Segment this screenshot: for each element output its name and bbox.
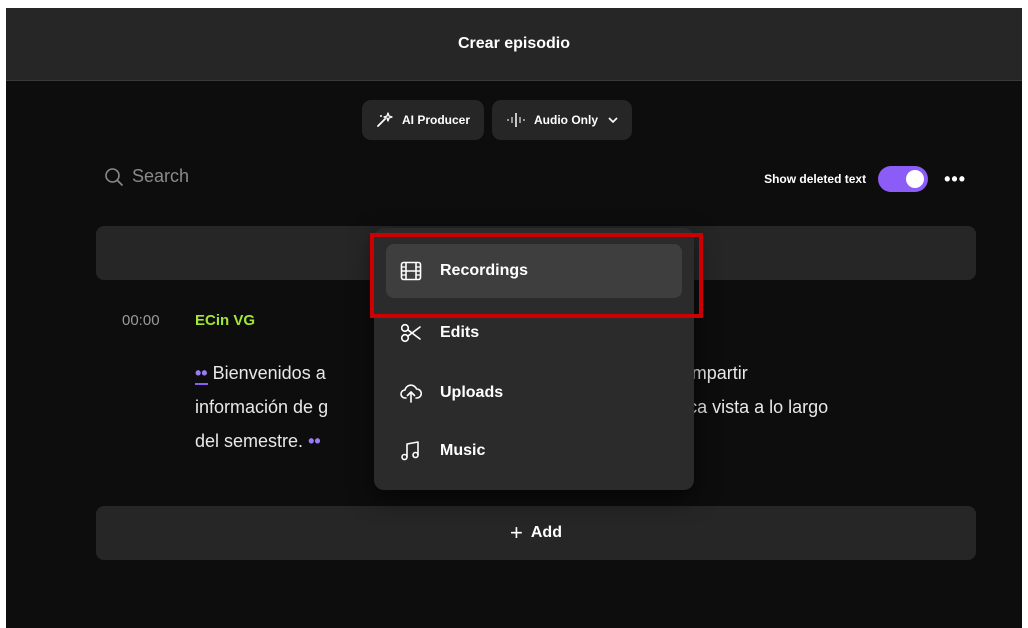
show-deleted-toggle[interactable]: [878, 166, 929, 192]
toolbar: AI Producer Audio Only: [362, 100, 633, 140]
show-deleted-row: Show deleted text •••: [764, 166, 966, 192]
app-window: Crear episodio AI Producer Audio Only Se…: [6, 8, 1022, 628]
audio-mode-dropdown[interactable]: Audio Only: [492, 100, 633, 140]
scissors-icon: [400, 323, 422, 343]
menu-item-label: Edits: [440, 324, 480, 341]
title-bar: Crear episodio: [6, 8, 1022, 81]
search-field[interactable]: Search: [104, 166, 189, 187]
menu-item-uploads[interactable]: Uploads: [386, 366, 682, 420]
plus-icon: +: [510, 520, 523, 545]
menu-item-label: Music: [440, 442, 486, 459]
transcript-fragment: información de g: [195, 397, 329, 417]
pause-marker[interactable]: ••: [308, 431, 321, 451]
transcript-fragment: del semestre.: [195, 431, 304, 451]
ai-producer-label: AI Producer: [402, 113, 471, 127]
audio-mode-label: Audio Only: [534, 113, 599, 127]
menu-item-label: Uploads: [440, 384, 504, 401]
menu-item-music[interactable]: Music: [386, 424, 682, 478]
toggle-knob: [906, 170, 925, 188]
show-deleted-label: Show deleted text: [764, 172, 867, 186]
add-button[interactable]: + Add: [96, 506, 976, 560]
chevron-down-icon: [608, 117, 618, 123]
more-options-icon[interactable]: •••: [944, 169, 966, 190]
cloud-upload-icon: [400, 383, 422, 403]
music-note-icon: [400, 441, 422, 461]
ai-producer-button[interactable]: AI Producer: [362, 100, 485, 140]
pause-marker[interactable]: ••: [195, 363, 208, 385]
add-label: Add: [530, 524, 562, 541]
sparkle-wand-icon: [376, 112, 394, 128]
window-title: Crear episodio: [457, 35, 571, 52]
highlight-box: [370, 233, 703, 318]
transcript-fragment: Bienvenidos a: [212, 363, 326, 383]
waveform-icon: [506, 112, 526, 128]
speaker-name[interactable]: ECin VG: [195, 312, 255, 329]
search-placeholder: Search: [132, 166, 190, 186]
timestamp: 00:00: [122, 312, 160, 329]
search-icon: [104, 167, 124, 187]
